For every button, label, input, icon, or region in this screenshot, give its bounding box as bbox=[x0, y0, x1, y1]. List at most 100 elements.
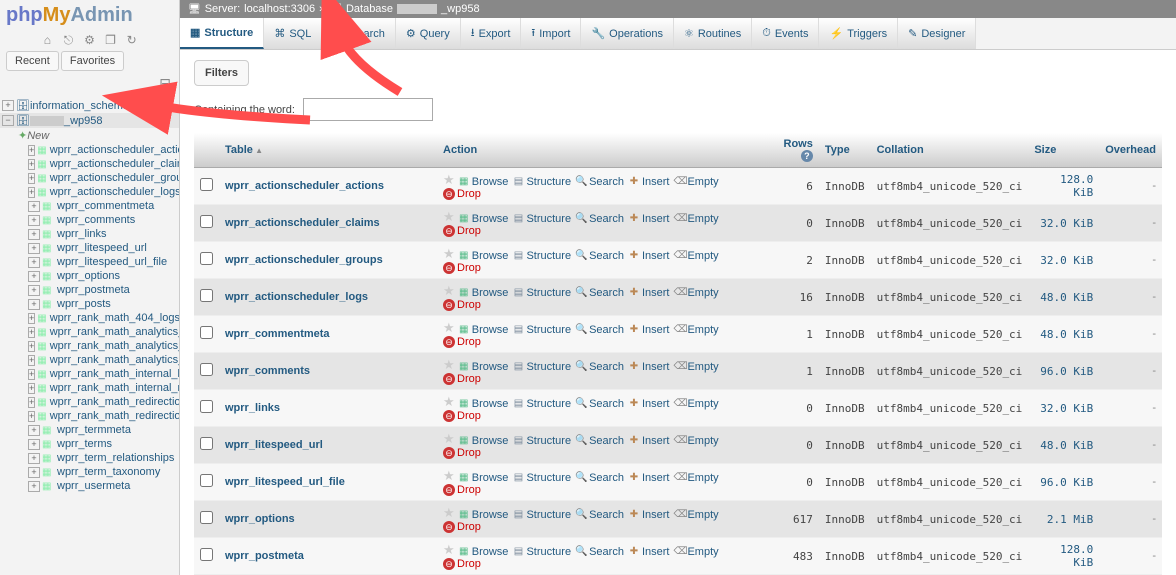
action-drop[interactable]: ⊖Drop bbox=[443, 299, 481, 311]
action-search[interactable]: 🔍Search bbox=[575, 435, 624, 447]
expand-icon[interactable]: + bbox=[28, 369, 35, 380]
row-checkbox[interactable] bbox=[200, 252, 213, 265]
table-name-link[interactable]: wprr_actionscheduler_groups bbox=[225, 254, 383, 266]
table-name-link[interactable]: wprr_litespeed_url bbox=[225, 439, 323, 451]
action-browse[interactable]: ▦Browse bbox=[458, 176, 509, 188]
favorite-star-icon[interactable]: ★ bbox=[443, 357, 455, 372]
action-browse[interactable]: ▦Browse bbox=[458, 361, 509, 373]
row-checkbox[interactable] bbox=[200, 511, 213, 524]
action-search[interactable]: 🔍Search bbox=[575, 213, 624, 225]
tree-table-link[interactable]: wprr_rank_math_redirections_ bbox=[50, 410, 179, 422]
favorite-star-icon[interactable]: ★ bbox=[443, 283, 455, 298]
row-checkbox[interactable] bbox=[200, 363, 213, 376]
help-icon[interactable]: ? bbox=[801, 150, 813, 162]
row-checkbox[interactable] bbox=[200, 178, 213, 191]
tree-table-link[interactable]: wprr_links bbox=[57, 228, 107, 240]
action-browse[interactable]: ▦Browse bbox=[458, 546, 509, 558]
action-search[interactable]: 🔍Search bbox=[575, 509, 624, 521]
action-insert[interactable]: ✚Insert bbox=[628, 324, 670, 336]
col-rows[interactable]: Rows? bbox=[764, 133, 819, 168]
tree-table-link[interactable]: wprr_rank_math_analytics_ob bbox=[50, 354, 179, 366]
expand-icon[interactable]: + bbox=[28, 159, 35, 170]
recent-tab[interactable]: Recent bbox=[6, 51, 59, 71]
action-structure[interactable]: ▤Structure bbox=[512, 250, 571, 262]
action-search[interactable]: 🔍Search bbox=[575, 546, 624, 558]
expand-icon[interactable]: + bbox=[28, 271, 40, 282]
tree-db-link[interactable]: information_schema bbox=[30, 100, 129, 112]
tree-table-link[interactable]: wprr_rank_math_internal_link bbox=[50, 368, 179, 380]
col-table[interactable]: Table bbox=[219, 133, 437, 168]
collapse-tree-icon[interactable]: ⊟ bbox=[0, 71, 179, 96]
favorite-star-icon[interactable]: ★ bbox=[443, 468, 455, 483]
tab-query[interactable]: ⚙Query bbox=[396, 18, 461, 49]
action-insert[interactable]: ✚Insert bbox=[628, 361, 670, 373]
tree-table-link[interactable]: wprr_actionscheduler_claims bbox=[50, 158, 179, 170]
expand-icon[interactable]: + bbox=[28, 355, 35, 366]
action-drop[interactable]: ⊖Drop bbox=[443, 521, 481, 533]
action-drop[interactable]: ⊖Drop bbox=[443, 188, 481, 200]
action-structure[interactable]: ▤Structure bbox=[512, 472, 571, 484]
expand-icon[interactable]: + bbox=[28, 215, 40, 226]
row-checkbox[interactable] bbox=[200, 326, 213, 339]
favorite-star-icon[interactable]: ★ bbox=[443, 505, 455, 520]
action-structure[interactable]: ▤Structure bbox=[512, 435, 571, 447]
tree-table-link[interactable]: wprr_term_taxonomy bbox=[57, 466, 160, 478]
action-drop[interactable]: ⊖Drop bbox=[443, 373, 481, 385]
action-empty[interactable]: ⌫Empty bbox=[673, 509, 718, 521]
expand-icon[interactable]: + bbox=[28, 243, 40, 254]
action-drop[interactable]: ⊖Drop bbox=[443, 225, 481, 237]
table-name-link[interactable]: wprr_comments bbox=[225, 365, 310, 377]
refresh-icon[interactable]: ↻ bbox=[125, 33, 139, 47]
row-checkbox[interactable] bbox=[200, 400, 213, 413]
table-name-link[interactable]: wprr_options bbox=[225, 513, 295, 525]
table-name-link[interactable]: wprr_commentmeta bbox=[225, 328, 330, 340]
table-name-link[interactable]: wprr_litespeed_url_file bbox=[225, 476, 345, 488]
action-empty[interactable]: ⌫Empty bbox=[673, 213, 718, 225]
favorite-star-icon[interactable]: ★ bbox=[443, 542, 455, 557]
row-checkbox[interactable] bbox=[200, 289, 213, 302]
action-drop[interactable]: ⊖Drop bbox=[443, 410, 481, 422]
action-insert[interactable]: ✚Insert bbox=[628, 472, 670, 484]
row-checkbox[interactable] bbox=[200, 548, 213, 561]
gear-icon[interactable]: ⚙ bbox=[83, 33, 97, 47]
expand-icon[interactable]: + bbox=[28, 453, 40, 464]
table-name-link[interactable]: wprr_postmeta bbox=[225, 550, 304, 562]
table-name-link[interactable]: wprr_links bbox=[225, 402, 280, 414]
expand-icon[interactable]: + bbox=[28, 187, 35, 198]
action-structure[interactable]: ▤Structure bbox=[512, 213, 571, 225]
action-empty[interactable]: ⌫Empty bbox=[673, 546, 718, 558]
action-structure[interactable]: ▤Structure bbox=[512, 287, 571, 299]
tab-operations[interactable]: 🔧Operations bbox=[581, 18, 674, 49]
expand-icon[interactable]: + bbox=[28, 173, 35, 184]
tree-table-link[interactable]: wprr_comments bbox=[57, 214, 135, 226]
action-insert[interactable]: ✚Insert bbox=[628, 398, 670, 410]
tree-table-link[interactable]: wprr_terms bbox=[57, 438, 112, 450]
action-insert[interactable]: ✚Insert bbox=[628, 176, 670, 188]
favorite-star-icon[interactable]: ★ bbox=[443, 320, 455, 335]
action-structure[interactable]: ▤Structure bbox=[512, 324, 571, 336]
favorite-star-icon[interactable]: ★ bbox=[443, 246, 455, 261]
action-drop[interactable]: ⊖Drop bbox=[443, 262, 481, 274]
expand-icon[interactable]: + bbox=[28, 439, 40, 450]
action-insert[interactable]: ✚Insert bbox=[628, 546, 670, 558]
tree-table-link[interactable]: wprr_actionscheduler_actions bbox=[50, 144, 179, 156]
action-structure[interactable]: ▤Structure bbox=[512, 546, 571, 558]
tree-table-link[interactable]: wprr_posts bbox=[57, 298, 111, 310]
tree-table-link[interactable]: wprr_options bbox=[57, 270, 120, 282]
table-name-link[interactable]: wprr_actionscheduler_logs bbox=[225, 291, 368, 303]
action-empty[interactable]: ⌫Empty bbox=[673, 324, 718, 336]
action-search[interactable]: 🔍Search bbox=[575, 398, 624, 410]
action-drop[interactable]: ⊖Drop bbox=[443, 447, 481, 459]
expand-icon[interactable]: + bbox=[28, 257, 40, 268]
action-search[interactable]: 🔍Search bbox=[575, 361, 624, 373]
logo[interactable]: phpMyAdmin bbox=[0, 0, 179, 31]
action-empty[interactable]: ⌫Empty bbox=[673, 435, 718, 447]
action-browse[interactable]: ▦Browse bbox=[458, 213, 509, 225]
expand-icon[interactable]: + bbox=[28, 229, 40, 240]
action-search[interactable]: 🔍Search bbox=[575, 287, 624, 299]
expand-icon[interactable]: + bbox=[28, 411, 35, 422]
tree-table-link[interactable]: wprr_termmeta bbox=[57, 424, 131, 436]
favorite-star-icon[interactable]: ★ bbox=[443, 431, 455, 446]
tab-triggers[interactable]: ⚡Triggers bbox=[819, 18, 898, 49]
expand-icon[interactable]: + bbox=[28, 201, 40, 212]
